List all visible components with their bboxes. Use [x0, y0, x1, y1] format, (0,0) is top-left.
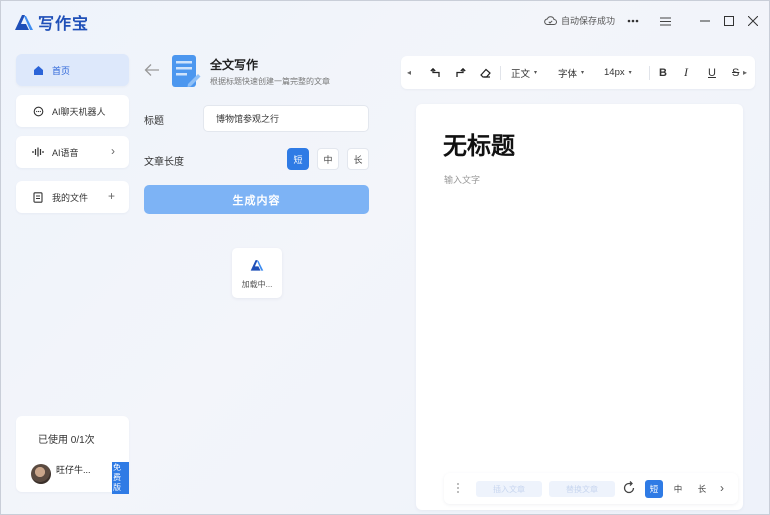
italic-button[interactable]: I: [684, 64, 688, 81]
underline-button[interactable]: U: [708, 64, 716, 81]
replace-article-button[interactable]: 替换文章: [549, 481, 615, 497]
bold-button[interactable]: B: [659, 64, 667, 81]
font-size-select[interactable]: 14px ▾: [604, 64, 632, 81]
caret-down-icon: ▾: [581, 70, 585, 76]
app-name: 写作宝: [38, 16, 90, 33]
logo-icon: [15, 15, 33, 30]
length-short-button[interactable]: 短: [287, 148, 309, 170]
insert-article-button[interactable]: 插入文章: [476, 481, 542, 497]
length-long-button[interactable]: 长: [347, 148, 369, 170]
font-size-value: 14px: [604, 67, 625, 78]
menu-icon[interactable]: [656, 12, 674, 30]
undo-icon[interactable]: [430, 64, 441, 81]
toolbar-divider: [500, 66, 501, 80]
document-body-placeholder[interactable]: 输入文字: [444, 173, 480, 186]
sidebar-item-home[interactable]: 首页: [16, 54, 129, 86]
length-label: 文章长度: [144, 157, 184, 168]
sidebar-item-my-files[interactable]: 我的文件 +: [16, 181, 129, 213]
close-icon[interactable]: [744, 12, 762, 30]
generate-button[interactable]: 生成内容: [144, 185, 369, 214]
font-select[interactable]: 字体 ▾: [558, 64, 584, 81]
usage-card: 已使用 0/1次 旺仔牛... 免费版: [16, 416, 129, 494]
drag-handle-icon[interactable]: [456, 482, 460, 497]
add-file-icon[interactable]: +: [108, 189, 115, 203]
toolbar-divider: [649, 66, 650, 80]
sidebar-item-ai-chat[interactable]: AI聊天机器人: [16, 95, 129, 127]
title-label: 标题: [144, 116, 164, 127]
refresh-icon[interactable]: [622, 481, 636, 498]
loading-indicator: 加载中...: [232, 248, 282, 298]
sidebar-item-label: 首页: [52, 65, 71, 76]
font-value: 字体: [558, 68, 578, 80]
paragraph-style-value: 正文: [511, 68, 531, 80]
avatar[interactable]: [31, 464, 51, 484]
scroll-right-icon[interactable]: ▸: [743, 64, 747, 81]
sidebar-item-label: AI语音: [52, 147, 79, 158]
page-title: 全文写作: [210, 58, 259, 72]
plan-badge: 免费版: [112, 462, 129, 494]
document-icon: [171, 54, 201, 88]
app-logo: 写作宝: [13, 10, 89, 34]
bottom-length-long-button[interactable]: 长: [693, 480, 711, 498]
scroll-left-icon[interactable]: ◂: [407, 64, 411, 81]
paragraph-style-select[interactable]: 正文 ▾: [511, 64, 537, 81]
file-icon: [32, 191, 44, 203]
usage-count: 已使用 0/1次: [38, 435, 95, 446]
more-icon[interactable]: [624, 12, 642, 30]
document-title[interactable]: 无标题: [443, 126, 515, 161]
bottom-length-short-button[interactable]: 短: [645, 480, 663, 498]
user-name[interactable]: 旺仔牛...: [56, 463, 91, 476]
length-medium-button[interactable]: 中: [317, 148, 339, 170]
back-arrow-icon[interactable]: [144, 63, 162, 81]
editor-document[interactable]: 无标题 输入文字: [416, 104, 743, 510]
title-bar: 写作宝 自动保存成功: [0, 0, 770, 42]
save-status-text: 自动保存成功: [561, 16, 616, 26]
loading-text: 加载中...: [241, 280, 273, 289]
caret-down-icon: ▾: [628, 70, 632, 76]
bottom-length-medium-button[interactable]: 中: [669, 480, 687, 498]
save-status: 自动保存成功: [544, 14, 615, 27]
sidebar-item-label: AI聊天机器人: [52, 106, 106, 117]
audio-icon: [32, 146, 44, 158]
sidebar-item-ai-voice[interactable]: AI语音 ›: [16, 136, 129, 168]
maximize-icon[interactable]: [720, 12, 738, 30]
cloud-icon: [544, 16, 557, 25]
caret-down-icon: ▾: [534, 70, 538, 76]
title-input[interactable]: [203, 105, 369, 132]
strikethrough-button[interactable]: S: [732, 64, 739, 81]
loading-logo-icon: [250, 260, 264, 271]
editor-bottom-bar: 插入文章 替换文章 短 中 长 ›: [444, 473, 738, 504]
chevron-right-icon: ›: [111, 144, 115, 158]
chat-icon: [32, 105, 44, 117]
sidebar-item-label: 我的文件: [52, 192, 89, 203]
eraser-icon[interactable]: [480, 64, 491, 81]
chevron-right-icon[interactable]: ›: [720, 481, 724, 495]
minimize-icon[interactable]: [696, 12, 714, 30]
editor-toolbar: ◂ 正文 ▾ 字体 ▾ 14px ▾ B I U S ▸: [401, 56, 755, 89]
home-icon: [32, 64, 44, 76]
page-subtitle: 根据标题快速创建一篇完整的文章: [210, 77, 330, 86]
redo-icon[interactable]: [455, 64, 466, 81]
